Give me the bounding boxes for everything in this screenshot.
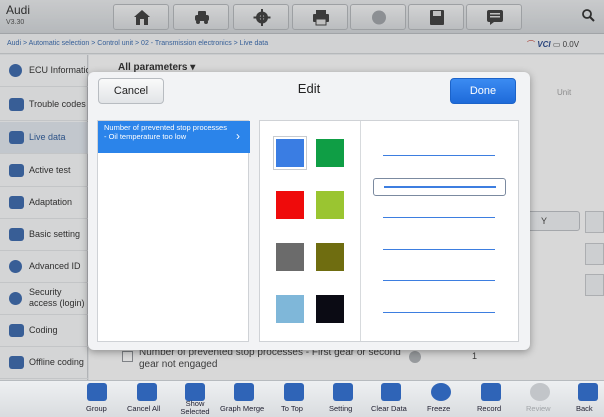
list-icon <box>137 383 157 401</box>
parameter-list-item[interactable]: Number of prevented stop processes - Oil… <box>98 121 250 153</box>
record-button[interactable]: Record <box>474 381 508 417</box>
to-top-label: To Top <box>281 404 303 413</box>
snowflake-icon <box>431 383 451 401</box>
clear-data-button[interactable]: Clear Data <box>369 381 413 417</box>
graph-merge-label: Graph Merge <box>220 404 265 413</box>
arrow-up-icon <box>284 383 304 401</box>
line-style-option[interactable] <box>373 147 506 165</box>
setting-button[interactable]: Setting <box>326 381 360 417</box>
chevron-right-icon: › <box>236 129 240 143</box>
setting-icon <box>333 383 353 401</box>
cancel-all-button[interactable]: Cancel All <box>125 381 169 417</box>
plus-icon <box>87 383 107 401</box>
setting-label: Setting <box>329 404 353 413</box>
review-button[interactable]: Review <box>523 381 557 417</box>
clear-data-label: Clear Data <box>371 404 407 413</box>
show-selected-label: Show Selected <box>180 399 210 416</box>
back-button[interactable]: Back <box>572 381 604 417</box>
parameter-name: Number of prevented stop processes - Oil… <box>104 123 227 141</box>
review-label: Review <box>526 404 551 413</box>
parameter-list: Number of prevented stop processes - Oil… <box>97 120 250 342</box>
cancel-all-label: Cancel All <box>127 404 161 413</box>
graph-icon <box>234 383 254 401</box>
color-swatch-light-blue[interactable] <box>276 295 304 323</box>
style-picker <box>259 120 519 342</box>
color-swatch-gray[interactable] <box>276 243 304 271</box>
color-swatch-olive[interactable] <box>316 243 344 271</box>
line-style-option-selected[interactable] <box>373 178 506 196</box>
to-top-button[interactable]: To Top <box>278 381 310 417</box>
graph-merge-button[interactable]: Graph Merge <box>218 381 270 417</box>
back-icon <box>578 383 598 401</box>
play-icon <box>530 383 550 401</box>
group-label: Group <box>86 404 107 413</box>
line-style-option[interactable] <box>373 272 506 290</box>
done-button[interactable]: Done <box>450 78 516 104</box>
trash-icon <box>381 383 401 401</box>
freeze-label: Freeze <box>427 404 451 413</box>
record-label: Record <box>477 404 502 413</box>
color-swatch-black[interactable] <box>316 295 344 323</box>
line-style-option[interactable] <box>373 304 506 322</box>
group-button[interactable]: Group <box>80 381 114 417</box>
record-icon <box>481 383 501 401</box>
cancel-button[interactable]: Cancel <box>98 78 164 104</box>
color-swatch-lime[interactable] <box>316 191 344 219</box>
edit-dialog: Edit Cancel Done Number of prevented sto… <box>88 72 530 350</box>
back-label: Back <box>576 404 593 413</box>
color-swatch-red[interactable] <box>276 191 304 219</box>
line-style-option[interactable] <box>373 241 506 259</box>
bottom-toolbar: Group Cancel All Show Selected Graph Mer… <box>0 380 604 417</box>
freeze-button[interactable]: Freeze <box>424 381 458 417</box>
color-swatch-green[interactable] <box>316 139 344 167</box>
show-selected-button[interactable]: Show Selected <box>176 381 214 417</box>
line-style-option[interactable] <box>373 209 506 227</box>
picker-divider <box>360 121 361 341</box>
color-swatch-blue[interactable] <box>274 137 306 169</box>
